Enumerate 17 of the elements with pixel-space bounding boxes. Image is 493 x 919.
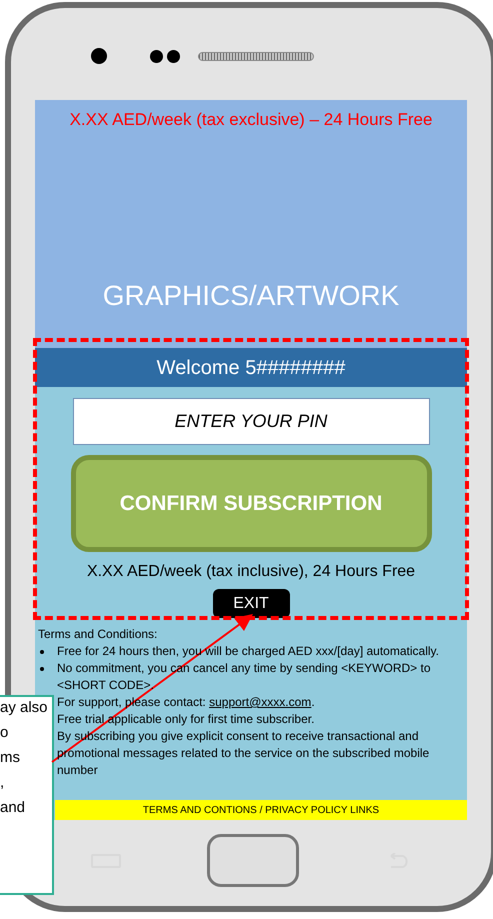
price-info: X.XX AED/week (tax inclusive), 24 Hours Free <box>86 562 416 582</box>
exit-button[interactable]: EXIT <box>212 589 290 618</box>
price-notice: X.XX AED/week (tax exclusive) – 24 Hours Free <box>70 109 432 131</box>
terms-privacy-links[interactable]: TERMS AND CONTIONS / PRIVACY POLICY LINKS <box>55 800 467 820</box>
sensor-icon <box>150 50 180 62</box>
bullet-icon <box>40 667 44 671</box>
camera-icon <box>91 48 107 64</box>
pin-field[interactable]: ENTER YOUR PIN <box>72 398 430 445</box>
terms-heading: Terms and Conditions: <box>38 626 158 643</box>
speaker-grille-icon <box>198 52 314 60</box>
home-button[interactable] <box>207 834 299 887</box>
welcome-bar: Welcome 5######## <box>35 348 467 387</box>
support-email-link[interactable]: support@xxxx.com <box>209 695 312 709</box>
callout-text: ay also o ms , and <box>0 698 49 818</box>
terms-text: Free for 24 hours then, you will be charged AED xxx/[day] automatically. <box>57 643 439 660</box>
bullet-icon <box>40 650 44 654</box>
artwork-label: GRAPHICS/ARTWORK <box>102 278 400 312</box>
